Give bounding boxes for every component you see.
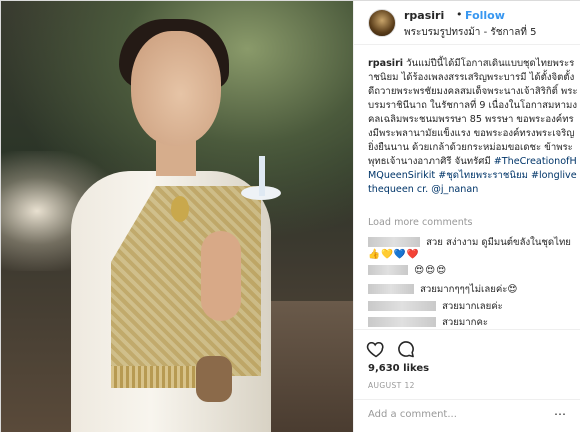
divider [354,399,580,400]
header-separator: • [456,8,463,21]
username-link[interactable]: rpasiri [404,9,444,22]
redacted-username[interactable] [368,265,408,275]
comment-text: สวยมากๆๆๆไม่เลยค่ะ😍 [420,284,518,295]
photo-hands [201,231,241,321]
comment-emoji: 😍😍😍 [414,265,448,276]
follow-button[interactable]: Follow [465,9,505,22]
photo-belt-ornament [196,356,232,402]
comment-row: สวยมากคะ [368,315,488,330]
divider [354,329,580,330]
comment-row: สวย สง่างาม ดูมีมนต์ขลังในชุดไทย [368,235,571,250]
comment-text: สวย สง่างาม ดูมีมนต์ขลังในชุดไทย [426,237,571,248]
comment-row: 😍😍😍 [368,265,447,276]
caption-text: วันแม่ปีนี้ได้มีโอกาสเดินแบบชุดไทยพระราช… [368,58,578,167]
location-link[interactable]: พระบรมรูปทรงม้า - รัชกาลที่ 5 [404,25,536,40]
avatar[interactable] [368,9,396,37]
comment-button[interactable] [396,339,416,359]
speech-bubble-icon [398,341,414,358]
comment-emoji: 👍💛💙❤️ [368,249,420,260]
heart-icon [366,341,384,358]
redacted-username[interactable] [368,317,436,327]
caption-username[interactable]: rpasiri [368,58,403,69]
comment-text: สวยมากคะ [442,317,489,328]
load-more-comments-button[interactable]: Load more comments [368,217,473,228]
like-button[interactable] [366,339,386,359]
post-header: rpasiri • Follow พระบรมรูปทรงม้า - รัชกา… [354,1,580,45]
like-count[interactable]: 9,630 likes [368,363,429,374]
comment-row: สวยมากๆๆๆไม่เลยค่ะ😍 [368,282,517,297]
comment-row: สวยมากเลยค่ะ [368,299,503,314]
redacted-username[interactable] [368,301,436,311]
post-caption: rpasiri วันแม่ปีนี้ได้มีโอกาสเดินแบบชุดไ… [368,57,578,197]
post-photo[interactable] [1,1,353,432]
comment-emoji-row: 👍💛💙❤️ [368,249,420,260]
add-comment-input[interactable]: Add a comment... [368,409,457,420]
instagram-post: rpasiri • Follow พระบรมรูปทรงม้า - รัชกา… [0,0,580,432]
post-date[interactable]: AUGUST 12 [368,381,415,390]
photo-face [131,31,221,146]
comment-text: สวยมากเลยค่ะ [442,301,503,312]
redacted-username[interactable] [368,237,420,247]
ellipsis-icon[interactable]: ⋯ [554,407,566,421]
redacted-username[interactable] [368,284,414,294]
post-sidebar: rpasiri • Follow พระบรมรูปทรงม้า - รัชกา… [353,1,580,432]
photo-pendant [171,196,189,222]
photo-candle [259,156,265,196]
